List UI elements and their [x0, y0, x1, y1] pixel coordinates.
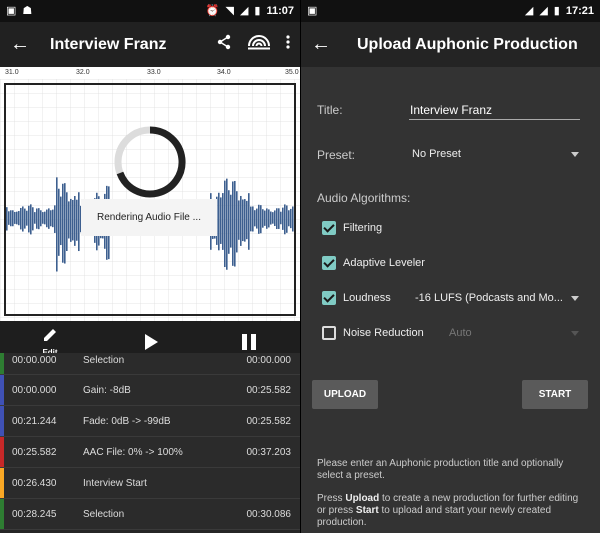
row-label: AAC File: 0% -> 100% — [83, 447, 183, 458]
left-screen: ▣ ☗ ⏰ ◥ ◢ ▮ 11:07 ← Interview Franz 31.0… — [0, 0, 300, 533]
adaptive-leveler-checkbox[interactable] — [322, 256, 336, 270]
row-color-bar — [0, 468, 4, 498]
chevron-down-icon — [571, 331, 579, 336]
pencil-icon — [44, 329, 56, 341]
noise-reduction-select[interactable]: Auto — [449, 327, 472, 339]
status-time: 11:07 — [266, 5, 294, 17]
image-notification-icon: ▣ — [6, 5, 17, 17]
chevron-down-icon[interactable] — [571, 296, 579, 301]
signal-icon: ◢ — [239, 5, 249, 17]
back-arrow-icon[interactable]: ← — [311, 33, 339, 56]
list-item[interactable]: 00:00.000 Gain: -8dB 00:25.582 — [0, 375, 300, 406]
row-color-bar — [0, 375, 4, 405]
rendering-text: Rendering Audio File ... — [97, 212, 201, 223]
android-notification-icon: ☗ — [22, 5, 33, 17]
status-bar: ▣ ◢ ◢ ▮ 17:21 — [301, 0, 600, 22]
title-input[interactable]: Interview Franz — [410, 103, 492, 117]
start-button[interactable]: START — [522, 380, 588, 409]
ruler-tick: 31.0 — [5, 69, 19, 76]
ruler-tick: 32.0 — [76, 69, 90, 76]
row-end-time: 00:00.000 — [246, 355, 292, 366]
row-label: Gain: -8dB — [83, 385, 131, 396]
row-end-time: 00:25.582 — [246, 385, 292, 396]
title-input-underline — [409, 119, 580, 120]
upload-emphasis: Upload — [345, 493, 380, 504]
list-item[interactable]: 00:26.430 Interview Start — [0, 468, 300, 499]
back-arrow-icon[interactable]: ← — [10, 33, 38, 56]
timeline-ruler[interactable]: 31.0 32.0 33.0 34.0 35.0 — [0, 67, 300, 79]
battery-icon: ▮ — [553, 5, 560, 17]
play-icon — [145, 334, 158, 350]
row-color-bar — [0, 353, 4, 374]
row-end-time: 00:30.086 — [246, 509, 292, 520]
row-start-time: 00:00.000 — [12, 355, 57, 366]
edit-list: 00:00.000 Selection 00:00.000 00:00.000 Gain… — [0, 353, 300, 530]
algorithms-label: Audio Algorithms: — [317, 191, 411, 205]
row-start-time: 00:25.582 — [12, 447, 57, 458]
row-end-time: 00:37.203 — [246, 447, 292, 458]
editor-app-bar: ← Interview Franz — [0, 22, 300, 67]
loudness-select[interactable]: -16 LUFS (Podcasts and Mo... — [415, 292, 563, 304]
filtering-label: Filtering — [343, 222, 383, 234]
title-label: Title: — [317, 103, 343, 117]
page-title: Upload Auphonic Production — [357, 35, 578, 53]
start-emphasis: Start — [355, 505, 379, 516]
row-color-bar — [0, 437, 4, 467]
list-item[interactable]: 00:25.582 AAC File: 0% -> 100% 00:37.203 — [0, 437, 300, 468]
chevron-down-icon[interactable] — [571, 152, 579, 157]
help-text-2: Press Upload to create a new production … — [317, 493, 579, 528]
row-label: Interview Start — [83, 478, 147, 489]
noise-reduction-label: Noise Reduction — [343, 327, 424, 339]
pause-icon — [242, 334, 256, 350]
wifi-icon: ◥ — [225, 5, 234, 17]
signal-icon: ◢ — [524, 5, 534, 17]
row-end-time: 00:25.582 — [246, 416, 292, 427]
loudness-checkbox[interactable] — [322, 291, 336, 305]
battery-icon: ▮ — [254, 5, 261, 17]
ruler-tick: 34.0 — [217, 69, 231, 76]
ruler-tick: 33.0 — [147, 69, 161, 76]
loudness-label: Loudness — [343, 292, 391, 304]
signal-icon: ◢ — [539, 5, 548, 17]
list-item[interactable]: 00:00.000 Selection 00:00.000 — [0, 353, 300, 375]
rendering-status: Rendering Audio File ... — [81, 199, 217, 236]
row-color-bar — [0, 406, 4, 436]
list-item[interactable]: 00:21.244 Fade: 0dB -> -99dB 00:25.582 — [0, 406, 300, 437]
noise-reduction-checkbox[interactable] — [322, 326, 336, 340]
image-notification-icon: ▣ — [307, 5, 318, 17]
row-start-time: 00:26.430 — [12, 478, 57, 489]
row-label: Selection — [83, 355, 125, 366]
loading-spinner-icon — [114, 126, 186, 198]
share-icon[interactable] — [216, 34, 232, 55]
row-label: Selection — [83, 509, 125, 520]
preset-label: Preset: — [317, 148, 356, 162]
row-start-time: 00:00.000 — [12, 385, 57, 396]
status-bar: ▣ ☗ ⏰ ◥ ◢ ▮ 11:07 — [0, 0, 300, 22]
help-text-1: Please enter an Auphonic production titl… — [317, 458, 564, 481]
row-label: Fade: 0dB -> -99dB — [83, 416, 171, 427]
adaptive-leveler-label: Adaptive Leveler — [343, 257, 425, 269]
status-time: 17:21 — [565, 5, 594, 17]
alarm-icon: ⏰ — [205, 5, 220, 17]
list-item[interactable]: 00:28.245 Selection 00:30.086 — [0, 499, 300, 530]
row-start-time: 00:21.244 — [12, 416, 57, 427]
auphonic-logo-icon[interactable] — [246, 33, 272, 56]
upload-button[interactable]: UPLOAD — [312, 380, 378, 409]
more-vert-icon[interactable] — [286, 35, 290, 54]
row-start-time: 00:28.245 — [12, 509, 57, 520]
ruler-tick: 35.0 — [285, 69, 299, 76]
row-color-bar — [0, 499, 4, 529]
filtering-checkbox[interactable] — [322, 221, 336, 235]
upload-app-bar: ← Upload Auphonic Production — [301, 22, 600, 67]
preset-select[interactable]: No Preset — [412, 148, 461, 160]
page-title: Interview Franz — [50, 35, 167, 53]
